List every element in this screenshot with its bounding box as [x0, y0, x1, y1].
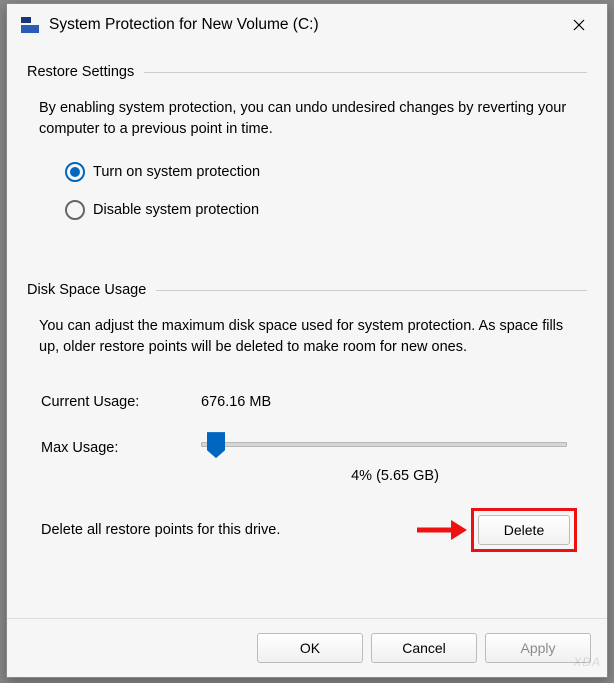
cancel-button[interactable]: Cancel [371, 633, 477, 663]
slider-thumb[interactable] [207, 432, 225, 458]
delete-highlight-box: Delete [471, 508, 577, 552]
radio-icon [65, 200, 85, 220]
apply-button[interactable]: Apply [485, 633, 591, 663]
disk-description: You can adjust the maximum disk space us… [39, 316, 575, 358]
window-title: System Protection for New Volume (C:) [49, 16, 555, 34]
ok-button[interactable]: OK [257, 633, 363, 663]
disk-section-title: Disk Space Usage [27, 282, 146, 298]
dialog-footer: OK Cancel Apply [7, 618, 607, 677]
radio-disable[interactable]: Disable system protection [65, 200, 587, 220]
max-usage-label: Max Usage: [41, 440, 201, 456]
slider-readout: 4% (5.65 GB) [203, 468, 587, 484]
radio-label-turn-on: Turn on system protection [93, 164, 260, 180]
disk-section-header: Disk Space Usage [27, 282, 587, 298]
titlebar: System Protection for New Volume (C:) [7, 4, 607, 46]
current-usage-label: Current Usage: [41, 394, 201, 410]
delete-description: Delete all restore points for this drive… [41, 522, 471, 538]
divider [144, 72, 587, 73]
max-usage-slider[interactable] [201, 434, 575, 456]
app-icon [21, 17, 39, 33]
restore-description: By enabling system protection, you can u… [39, 98, 575, 140]
max-usage-row: Max Usage: [41, 440, 575, 456]
current-usage-value: 676.16 MB [201, 394, 271, 410]
radio-turn-on[interactable]: Turn on system protection [65, 162, 587, 182]
restore-section-header: Restore Settings [27, 64, 587, 80]
current-usage-row: Current Usage: 676.16 MB [41, 394, 575, 410]
close-button[interactable] [555, 4, 603, 46]
divider [156, 290, 587, 291]
close-icon [573, 19, 585, 31]
protection-radio-group: Turn on system protection Disable system… [65, 162, 587, 238]
delete-button[interactable]: Delete [478, 515, 570, 545]
radio-label-disable: Disable system protection [93, 202, 259, 218]
slider-track [201, 442, 567, 447]
dialog-content: Restore Settings By enabling system prot… [7, 46, 607, 618]
system-protection-dialog: System Protection for New Volume (C:) Re… [6, 3, 608, 678]
delete-row: Delete all restore points for this drive… [41, 508, 577, 552]
restore-section-title: Restore Settings [27, 64, 134, 80]
radio-icon [65, 162, 85, 182]
